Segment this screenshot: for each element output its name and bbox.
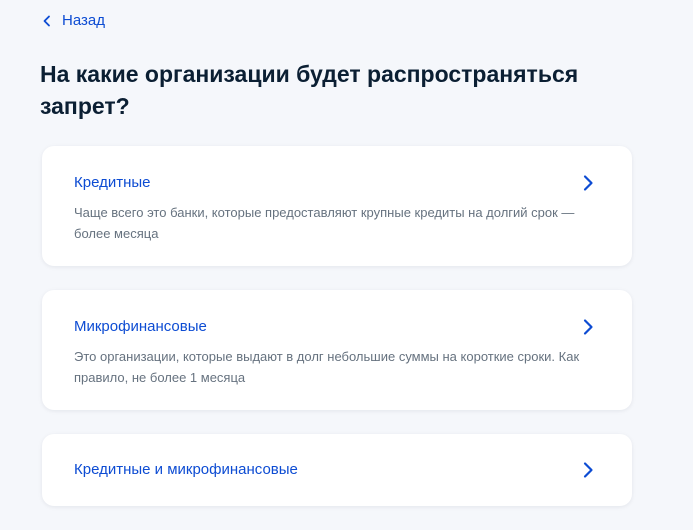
- option-card-credit-and-microfinance[interactable]: Кредитные и микрофинансовые: [42, 434, 632, 506]
- option-title: Кредитные: [74, 174, 151, 191]
- option-card-microfinance[interactable]: Микрофинансовые Это организации, которые…: [42, 290, 632, 410]
- chevron-right-icon: [583, 319, 593, 335]
- option-title: Микрофинансовые: [74, 318, 207, 335]
- option-title: Кредитные и микрофинансовые: [74, 461, 298, 478]
- chevron-left-icon: [43, 15, 50, 26]
- chevron-right-icon: [583, 175, 593, 191]
- option-description: Чаще всего это банки, которые предоставл…: [74, 205, 575, 241]
- back-link-label: Назад: [62, 12, 105, 29]
- page-title: На какие организации будет распространят…: [40, 61, 579, 119]
- page: Назад На какие организации будет распрос…: [0, 0, 693, 530]
- option-description: Это организации, которые выдают в долг н…: [74, 349, 580, 385]
- back-link[interactable]: Назад: [40, 12, 105, 29]
- chevron-right-icon: [583, 462, 593, 478]
- option-card-credit[interactable]: Кредитные Чаще всего это банки, которые …: [42, 146, 632, 266]
